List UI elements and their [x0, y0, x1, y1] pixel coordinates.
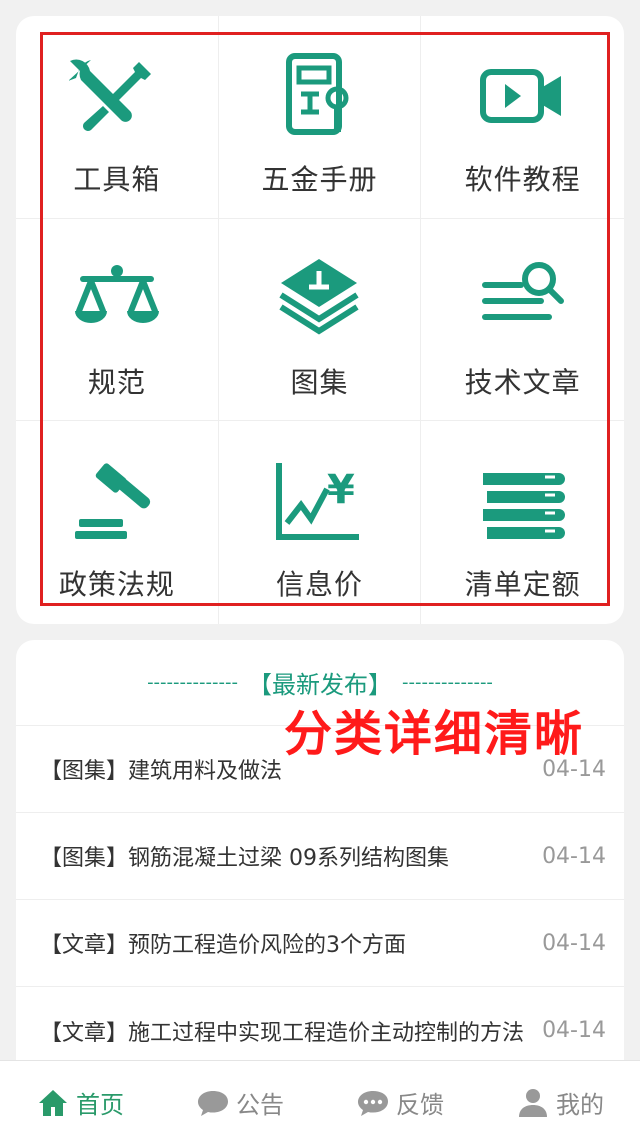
promo-overlay-text: 分类详细清晰 — [284, 706, 585, 762]
grid-item-label: 五金手册 — [261, 163, 378, 196]
grid-item-tech-articles[interactable]: 技术文章 — [421, 219, 624, 422]
news-item-title: 【文章】预防工程造价风险的3个方面 — [40, 933, 406, 958]
grid-item-label: 技术文章 — [464, 365, 581, 399]
grid-item-label: 工具箱 — [73, 163, 161, 196]
grid-item-bill-quota[interactable]: 清单定额 — [421, 421, 624, 624]
category-card: 工具箱 五金手册 软件教程 规范 图集 技术文章 政策法规 ¥ 信息价 清单定额 — [16, 16, 624, 624]
svg-text:¥: ¥ — [327, 467, 355, 513]
divider-dashes: -------------- — [147, 672, 238, 693]
news-item-date: 04-14 — [542, 1018, 606, 1043]
news-item-date: 04-14 — [542, 930, 606, 956]
grid-item-atlas[interactable]: 图集 — [218, 218, 422, 422]
grid-item-policy[interactable]: 政策法规 — [16, 421, 219, 624]
list-item[interactable]: 【文章】预防工程造价风险的3个方面 04-14 — [16, 900, 624, 987]
gavel-icon — [69, 453, 165, 549]
video-tutorial-icon — [475, 48, 571, 144]
balance-scale-icon — [69, 251, 165, 347]
divider-dashes: -------------- — [402, 672, 493, 693]
grid-item-toolbox[interactable]: 工具箱 — [16, 16, 219, 219]
feedback-icon — [356, 1086, 390, 1120]
category-grid: 工具箱 五金手册 软件教程 规范 图集 技术文章 政策法规 ¥ 信息价 清单定额 — [16, 16, 624, 624]
grid-item-label: 图集 — [290, 365, 349, 399]
grid-item-label: 信息价 — [275, 568, 363, 602]
tab-feedback[interactable]: 反馈 — [356, 1085, 444, 1120]
user-icon — [516, 1086, 550, 1120]
news-item-title: 【图集】钢筋混凝土过梁 09系列结构图集 — [40, 846, 449, 871]
article-search-icon — [475, 251, 571, 347]
tab-label: 首页 — [76, 1091, 124, 1119]
tab-announcements[interactable]: 公告 — [196, 1085, 284, 1120]
latest-news-card: -------------- 【最新发布】 -------------- 分类详… — [16, 640, 624, 1060]
list-item[interactable]: 【图集】钢筋混凝土过梁 09系列结构图集 04-14 — [16, 813, 624, 900]
tab-profile[interactable]: 我的 — [516, 1085, 604, 1120]
hardware-manual-icon — [271, 48, 367, 144]
price-chart-icon: ¥ — [271, 453, 367, 549]
grid-item-software-tutorial[interactable]: 软件教程 — [421, 16, 624, 219]
grid-item-price-info[interactable]: ¥ 信息价 — [219, 421, 422, 624]
list-item[interactable]: 【文章】施工过程中实现工程造价主动控制的方法 04-14 — [16, 987, 624, 1060]
news-item-date: 04-14 — [542, 843, 606, 869]
grid-item-label: 软件教程 — [464, 163, 581, 196]
grid-item-hardware-manual[interactable]: 五金手册 — [218, 16, 422, 219]
grid-item-label: 政策法规 — [58, 568, 175, 602]
grid-item-standards[interactable]: 规范 — [16, 218, 219, 422]
home-icon — [36, 1086, 70, 1120]
chat-bubble-icon — [196, 1086, 230, 1120]
news-item-title: 【文章】施工过程中实现工程造价主动控制的方法 — [40, 1020, 525, 1046]
tab-home[interactable]: 首页 — [36, 1085, 124, 1120]
book-stack-icon — [475, 453, 571, 549]
tab-label: 反馈 — [396, 1091, 444, 1119]
tab-label: 公告 — [236, 1091, 284, 1119]
news-item-title: 【图集】建筑用料及做法 — [40, 759, 283, 784]
layered-atlas-icon — [271, 251, 367, 347]
app-page: 工具箱 五金手册 软件教程 规范 图集 技术文章 政策法规 ¥ 信息价 清单定额… — [0, 0, 640, 1144]
grid-item-label: 规范 — [87, 365, 146, 399]
grid-item-label: 清单定额 — [464, 568, 581, 602]
toolbox-icon — [68, 48, 165, 144]
news-list: 【图集】建筑用料及做法 04-14 【图集】钢筋混凝土过梁 09系列结构图集 0… — [16, 726, 624, 1060]
bottom-tab-bar: 首页 公告 反馈 我的 — [0, 1060, 640, 1144]
tab-label: 我的 — [556, 1091, 604, 1119]
